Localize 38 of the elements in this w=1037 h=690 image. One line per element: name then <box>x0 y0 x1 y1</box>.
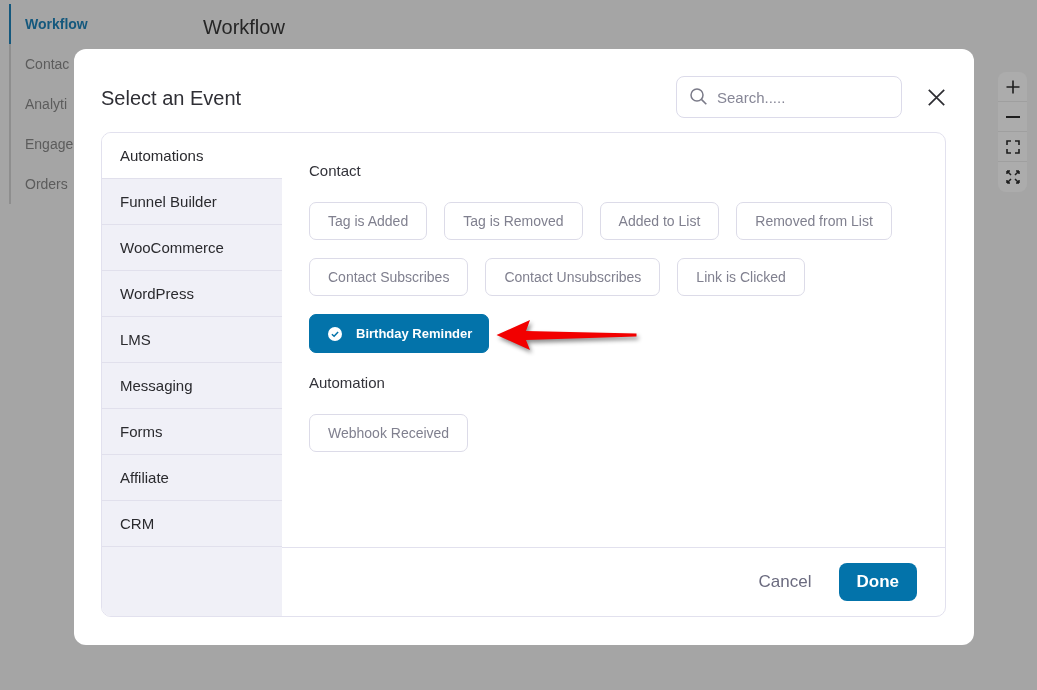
search-field[interactable]: Search..... <box>676 76 902 118</box>
search-icon <box>690 88 707 105</box>
page-heading: Workflow <box>203 15 285 40</box>
category-item[interactable]: Forms <box>102 409 282 455</box>
event-option[interactable]: Tag is Added <box>309 202 428 240</box>
arrows-icon <box>1005 170 1020 184</box>
nav-item[interactable]: Analyti <box>9 84 68 124</box>
event-option[interactable]: Link is Clicked <box>677 258 805 296</box>
corners-icon <box>1005 139 1020 154</box>
category-item[interactable]: Affiliate <box>102 455 282 501</box>
category-item[interactable]: WooCommerce <box>102 225 282 271</box>
event-option[interactable]: Tag is Removed <box>444 202 583 240</box>
event-option[interactable]: Added to List <box>599 202 720 240</box>
category-item[interactable]: WordPress <box>102 271 282 317</box>
minus-icon <box>1005 115 1020 118</box>
event-option[interactable]: Contact Unsubscribes <box>485 258 661 296</box>
plus-icon <box>1005 79 1020 94</box>
category-item[interactable]: Funnel Builder <box>102 179 282 225</box>
done-button[interactable]: Done <box>838 562 917 601</box>
check-circle-icon <box>328 326 342 341</box>
section-title: Contact <box>309 161 361 181</box>
section-title: Automation <box>309 373 385 393</box>
category-item[interactable]: LMS <box>102 317 282 363</box>
close-icon <box>927 88 945 106</box>
event-option[interactable]: Removed from List <box>736 202 892 240</box>
category-item[interactable]: Automations <box>102 133 282 179</box>
cancel-button[interactable]: Cancel <box>758 571 812 592</box>
nav-item[interactable]: Workflow <box>9 4 88 44</box>
event-option[interactable]: Birthday Reminder <box>309 314 490 353</box>
nav-item[interactable]: Contac <box>9 44 70 84</box>
close-button[interactable] <box>926 87 946 107</box>
category-item[interactable]: Messaging <box>102 363 282 409</box>
nav-item[interactable]: Orders <box>9 164 68 204</box>
category-item[interactable]: CRM <box>102 501 282 547</box>
event-option[interactable]: Contact Subscribes <box>309 258 469 296</box>
dialog-title: Select an Event <box>101 86 242 110</box>
event-option[interactable]: Webhook Received <box>309 414 469 452</box>
nav-item[interactable]: Engage <box>9 124 74 164</box>
